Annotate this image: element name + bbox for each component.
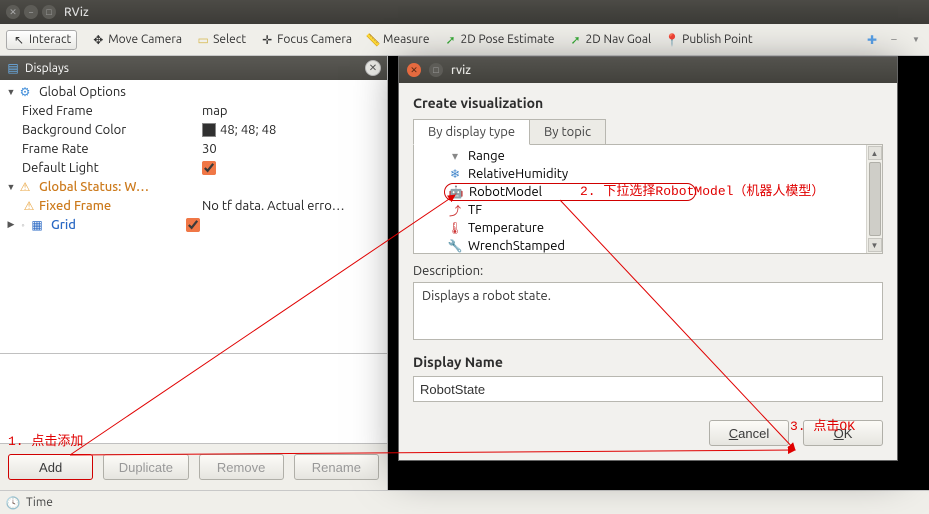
warning-icon: ⚠ xyxy=(22,199,36,213)
thermometer-icon: 🌡 xyxy=(448,221,462,235)
grid-checkbox[interactable] xyxy=(186,218,200,232)
display-type-list[interactable]: ▾Range ❄RelativeHumidity 🤖RobotModel ⤴TF… xyxy=(414,145,866,253)
maximize-icon[interactable]: □ xyxy=(42,5,56,19)
robot-icon: 🤖 xyxy=(449,185,463,199)
tree-item-global-status[interactable]: ▼⚠ Global Status: W… xyxy=(0,177,387,196)
list-item-range[interactable]: ▾Range xyxy=(414,147,866,165)
move-icon: ✥ xyxy=(91,33,105,47)
scroll-up-icon[interactable]: ▲ xyxy=(868,146,882,160)
list-item-robotmodel[interactable]: 🤖RobotModel xyxy=(444,183,696,201)
minimize-icon[interactable]: − xyxy=(24,5,38,19)
scroll-thumb[interactable] xyxy=(869,162,881,236)
time-panel: 🕓 Time xyxy=(0,490,929,514)
prop-background-color[interactable]: Background Color 48; 48; 48 xyxy=(0,120,387,139)
display-type-pane: ▾Range ❄RelativeHumidity 🤖RobotModel ⤴TF… xyxy=(413,144,883,254)
crosshair-icon: ✛ xyxy=(260,33,274,47)
pointer-icon: ↖ xyxy=(12,33,26,47)
interact-tool[interactable]: ↖ Interact xyxy=(6,30,77,50)
plus-icon[interactable]: ✚ xyxy=(865,33,879,47)
scroll-down-icon[interactable]: ▼ xyxy=(868,238,882,252)
prop-fixed-frame[interactable]: Fixed Frame map xyxy=(0,101,387,120)
close-icon[interactable]: ✕ xyxy=(6,5,20,19)
humidity-icon: ❄ xyxy=(448,167,462,181)
list-item-wrench[interactable]: 🔧WrenchStamped xyxy=(414,237,866,254)
displays-panel-header[interactable]: ▤ Displays ✕ xyxy=(0,56,387,80)
tree-item-grid[interactable]: ▶◦▦ Grid xyxy=(0,215,387,234)
minus-icon[interactable]: − xyxy=(887,33,901,47)
duplicate-button[interactable]: Duplicate xyxy=(103,454,188,480)
panel-icon: ▤ xyxy=(6,61,20,75)
list-item-tf[interactable]: ⤴TF xyxy=(414,201,866,219)
remove-button[interactable]: Remove xyxy=(199,454,284,480)
displays-buttons: Add Duplicate Remove Rename xyxy=(0,444,387,490)
gear-icon: ⚙ xyxy=(18,85,32,99)
display-name-input[interactable] xyxy=(413,376,883,402)
cancel-button[interactable]: Cancel xyxy=(709,420,789,446)
grid-icon: ▦ xyxy=(30,218,44,232)
close-dialog-icon[interactable]: ✕ xyxy=(407,63,421,77)
displays-tree[interactable]: ▼⚙ Global Options Fixed Frame map Backgr… xyxy=(0,80,387,354)
list-item-humidity[interactable]: ❄RelativeHumidity xyxy=(414,165,866,183)
move-camera-tool[interactable]: ✥ Move Camera xyxy=(91,33,182,47)
main-titlebar: ✕ − □ RViz xyxy=(0,0,929,24)
tab-by-display-type[interactable]: By display type xyxy=(413,119,530,145)
tree-item-global-options[interactable]: ▼⚙ Global Options xyxy=(0,82,387,101)
measure-tool[interactable]: 📏 Measure xyxy=(366,33,429,47)
arrow-icon: ➚ xyxy=(443,33,457,47)
default-light-checkbox[interactable] xyxy=(202,161,216,175)
prop-frame-rate[interactable]: Frame Rate 30 xyxy=(0,139,387,158)
clock-icon: 🕓 xyxy=(6,496,20,510)
list-scrollbar[interactable]: ▲ ▼ xyxy=(866,145,882,253)
focus-camera-tool[interactable]: ✛ Focus Camera xyxy=(260,33,352,47)
dialog-titlebar[interactable]: ✕ □ rviz xyxy=(399,57,897,83)
range-icon: ▾ xyxy=(448,149,462,163)
select-icon: ▭ xyxy=(196,33,210,47)
pin-icon: 📍 xyxy=(665,33,679,47)
description-box: Displays a robot state. xyxy=(413,282,883,340)
color-swatch[interactable] xyxy=(202,123,216,137)
publish-point-tool[interactable]: 📍 Publish Point xyxy=(665,33,752,47)
ruler-icon: 📏 xyxy=(366,33,380,47)
nav-goal-tool[interactable]: ➚ 2D Nav Goal xyxy=(569,33,652,47)
close-panel-icon[interactable]: ✕ xyxy=(365,60,381,76)
pose-estimate-tool[interactable]: ➚ 2D Pose Estimate xyxy=(443,33,554,47)
dialog-window-icon[interactable]: □ xyxy=(429,63,443,77)
property-description xyxy=(0,354,387,444)
axes-icon: ⤴ xyxy=(448,203,462,217)
prop-default-light[interactable]: Default Light xyxy=(0,158,387,177)
main-window-title: RViz xyxy=(64,6,89,19)
main-toolbar: ↖ Interact ✥ Move Camera ▭ Select ✛ Focu… xyxy=(0,24,929,56)
add-button[interactable]: Add xyxy=(8,454,93,480)
select-tool[interactable]: ▭ Select xyxy=(196,33,246,47)
arrow-icon: ➚ xyxy=(569,33,583,47)
wrench-icon: 🔧 xyxy=(448,239,462,253)
prop-status-fixed-frame[interactable]: ⚠ Fixed Frame No tf data. Actual erro… xyxy=(0,196,387,215)
ok-button[interactable]: OK xyxy=(803,420,883,446)
tab-by-topic[interactable]: By topic xyxy=(530,119,606,144)
warning-icon: ⚠ xyxy=(18,180,32,194)
description-label: Description: xyxy=(413,264,883,278)
dialog-heading: Create visualization xyxy=(413,95,883,111)
create-visualization-dialog: ✕ □ rviz Create visualization By display… xyxy=(398,56,898,461)
displays-panel: ▤ Displays ✕ ▼⚙ Global Options Fixed Fra… xyxy=(0,56,388,490)
rename-button[interactable]: Rename xyxy=(294,454,379,480)
list-item-temperature[interactable]: 🌡Temperature xyxy=(414,219,866,237)
chevron-down-icon[interactable]: ▼ xyxy=(909,33,923,47)
dialog-tabs: By display type By topic xyxy=(413,119,883,144)
display-name-label: Display Name xyxy=(413,354,883,370)
